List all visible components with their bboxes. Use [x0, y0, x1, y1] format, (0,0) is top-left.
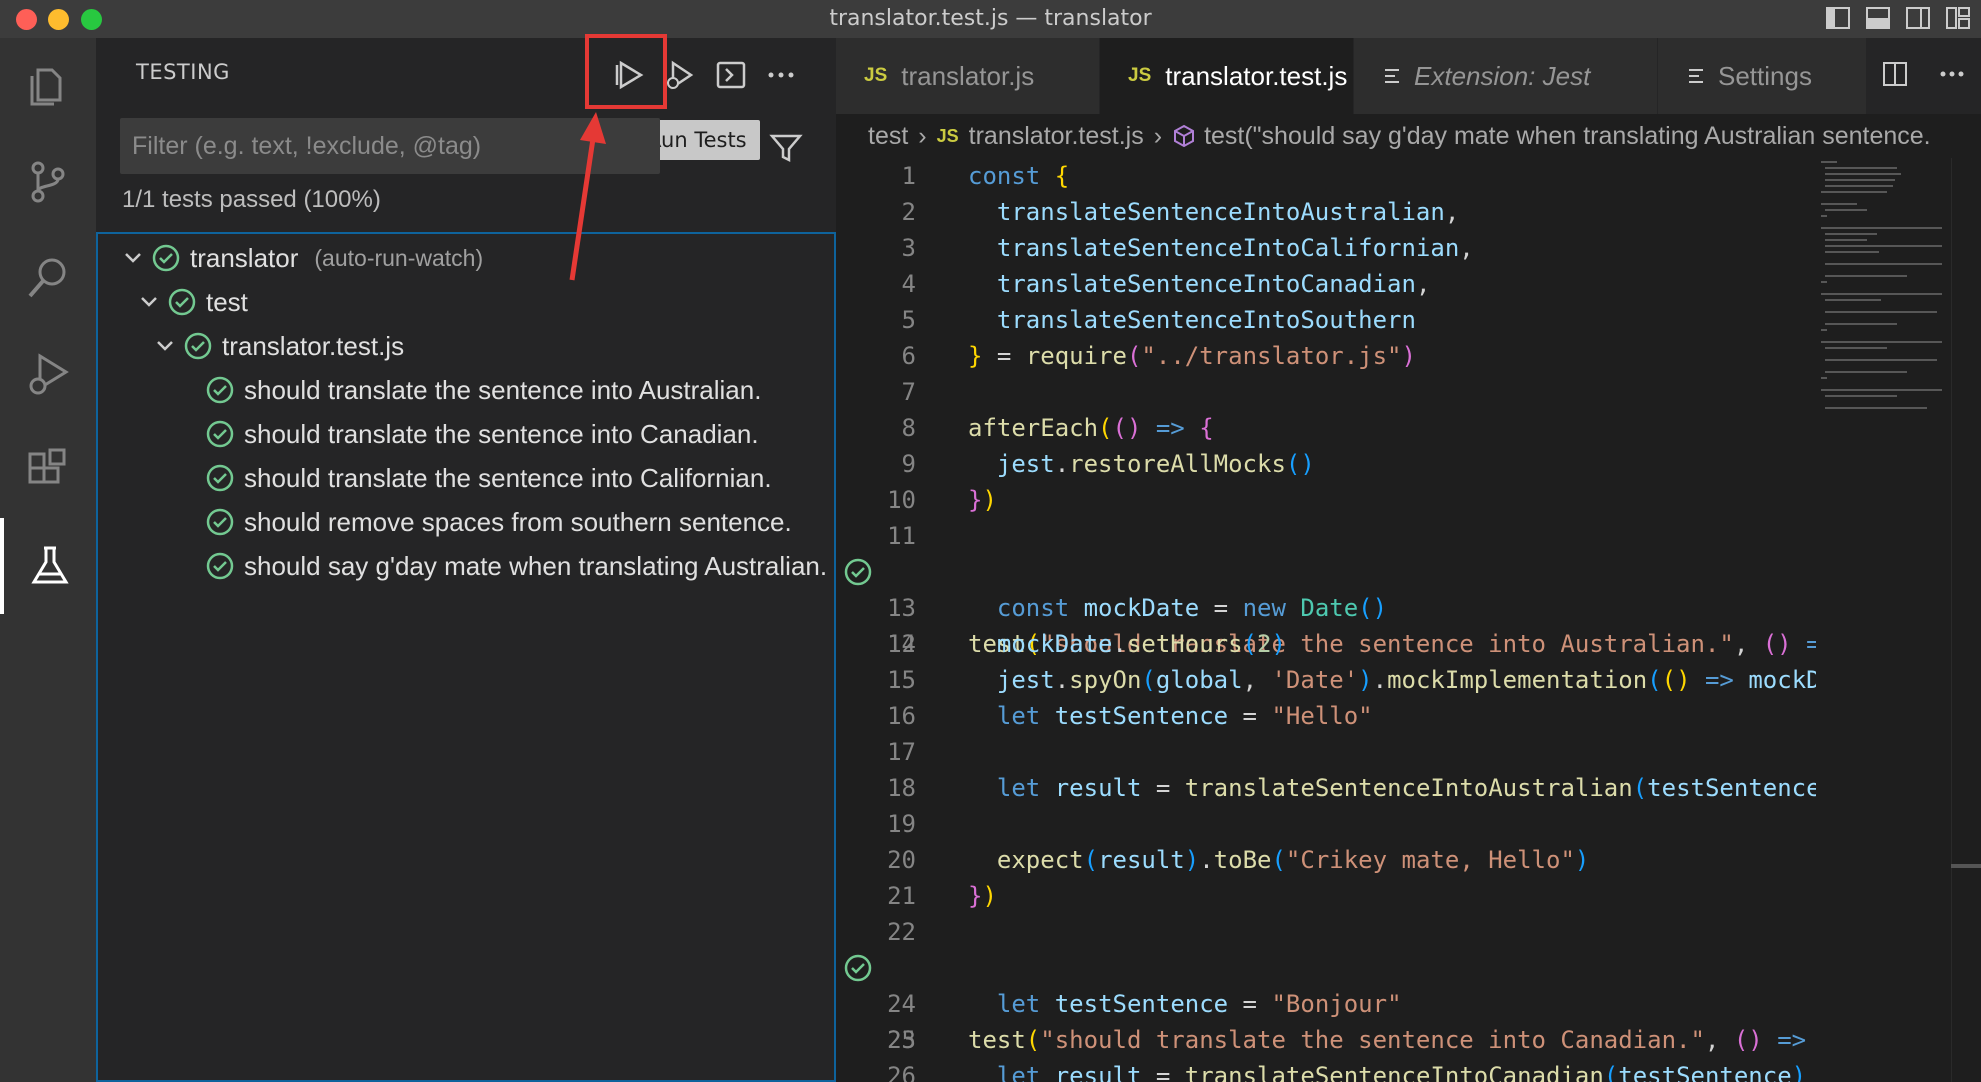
js-file-icon: JS	[936, 125, 959, 146]
test-tree: translator (auto-run-watch) test transla…	[96, 232, 836, 1082]
tree-label: test	[206, 286, 248, 317]
chevron-down-icon	[141, 297, 157, 307]
tab-label: translator.js	[901, 60, 1035, 91]
minimap[interactable]	[1817, 158, 1947, 418]
editor-scrollbar[interactable]	[1951, 158, 1981, 1082]
passed-icon	[206, 508, 234, 536]
toggle-primary-sidebar-icon[interactable]	[1825, 6, 1851, 30]
js-file-icon: JS	[864, 65, 888, 86]
layout-controls	[1825, 6, 1971, 30]
chevron-down-icon	[157, 341, 173, 351]
extensions-icon[interactable]	[0, 422, 96, 518]
tree-item-test-folder[interactable]: test	[136, 280, 248, 324]
customize-layout-icon[interactable]	[1945, 6, 1971, 30]
toggle-panel-icon[interactable]	[1865, 6, 1891, 30]
search-icon[interactable]	[0, 230, 96, 326]
tab-label: translator.test.js	[1165, 60, 1348, 91]
tab-translator-test-js[interactable]: JS translator.test.js ×	[1100, 38, 1354, 114]
tree-label: translator	[190, 242, 299, 273]
passed-icon	[184, 332, 212, 360]
title-bar: translator.test.js — translator	[0, 0, 1981, 38]
tree-item-test[interactable]: should say g'day mate when translating A…	[206, 544, 827, 588]
breadcrumb-folder[interactable]: test	[868, 122, 908, 151]
breadcrumb: test › JS translator.test.js › test("sho…	[868, 116, 1931, 156]
breadcrumb-file[interactable]: translator.test.js	[969, 122, 1144, 151]
tree-item-test[interactable]: should translate the sentence into Calif…	[206, 456, 772, 500]
tab-label: Settings	[1718, 60, 1812, 91]
tree-item-test[interactable]: should remove spaces from southern sente…	[206, 500, 792, 544]
chevron-right-icon: ›	[1153, 121, 1163, 150]
more-actions-icon[interactable]	[1938, 60, 1966, 92]
symbol-method-icon	[1174, 124, 1195, 148]
tree-label: translator.test.js	[222, 330, 405, 361]
passed-icon	[206, 376, 234, 404]
annotation-arrow	[569, 112, 606, 281]
tree-item-test-file[interactable]: translator.test.js	[152, 324, 404, 368]
js-file-icon: JS	[1128, 65, 1152, 86]
tree-item-test[interactable]: should translate the sentence into Canad…	[206, 412, 759, 456]
toggle-secondary-sidebar-icon[interactable]	[1905, 6, 1931, 30]
tree-label: should translate the sentence into Calif…	[244, 462, 772, 493]
tree-label: should translate the sentence into Canad…	[244, 418, 759, 449]
tab-translator-js[interactable]: JS translator.js	[836, 38, 1100, 114]
source-control-icon[interactable]	[0, 134, 96, 230]
test-summary: 1/1 tests passed (100%)	[122, 186, 381, 213]
filter-input[interactable]	[120, 118, 620, 174]
code-editor[interactable]: 1 const { 2 translateSentenceIntoAustrali…	[836, 158, 1816, 1082]
activity-bar	[0, 38, 96, 1082]
editor-actions	[1866, 38, 1981, 114]
editor-area: JS translator.js JS translator.test.js ×…	[836, 38, 1981, 1082]
passed-icon[interactable]	[844, 558, 872, 586]
passed-icon	[206, 464, 234, 492]
window-title: translator.test.js — translator	[829, 6, 1152, 31]
tree-item-translator[interactable]: translator (auto-run-watch)	[120, 236, 483, 280]
breadcrumb-symbol[interactable]: test("should say g'day mate when transla…	[1204, 122, 1931, 151]
passed-icon	[168, 288, 196, 316]
chevron-down-icon	[125, 253, 141, 263]
tree-description: (auto-run-watch)	[314, 244, 484, 271]
split-editor-icon[interactable]	[1881, 60, 1909, 92]
run-tests-highlight	[585, 34, 667, 109]
passed-icon	[206, 552, 234, 580]
run-debug-icon[interactable]	[0, 326, 96, 422]
testing-icon[interactable]	[0, 518, 96, 614]
more-actions-button[interactable]	[756, 54, 806, 96]
preview-icon	[1689, 69, 1703, 83]
tab-settings[interactable]: Settings	[1658, 38, 1872, 114]
show-output-button[interactable]	[706, 54, 756, 96]
scroll-thumb[interactable]	[1951, 864, 1981, 868]
explorer-icon[interactable]	[0, 38, 96, 134]
chevron-right-icon: ›	[918, 121, 927, 150]
editor-tabs: JS translator.js JS translator.test.js ×…	[836, 38, 1981, 114]
filter-icon[interactable]	[768, 130, 808, 170]
tree-item-test[interactable]: should translate the sentence into Austr…	[206, 368, 761, 412]
tab-extension-jest[interactable]: Extension: Jest	[1354, 38, 1658, 114]
preview-icon	[1385, 69, 1399, 83]
tree-label: should remove spaces from southern sente…	[244, 506, 792, 537]
tree-label: should say g'day mate when translating A…	[244, 550, 828, 581]
passed-icon	[206, 420, 234, 448]
testing-sidebar: TESTING Run Tests 1/1 tests passed (100%…	[96, 34, 836, 1082]
passed-icon	[152, 244, 180, 272]
tab-label: Extension: Jest	[1414, 60, 1591, 91]
sidebar-title: TESTING	[136, 60, 230, 84]
tree-label: should translate the sentence into Austr…	[244, 374, 762, 405]
passed-icon[interactable]	[844, 954, 872, 982]
